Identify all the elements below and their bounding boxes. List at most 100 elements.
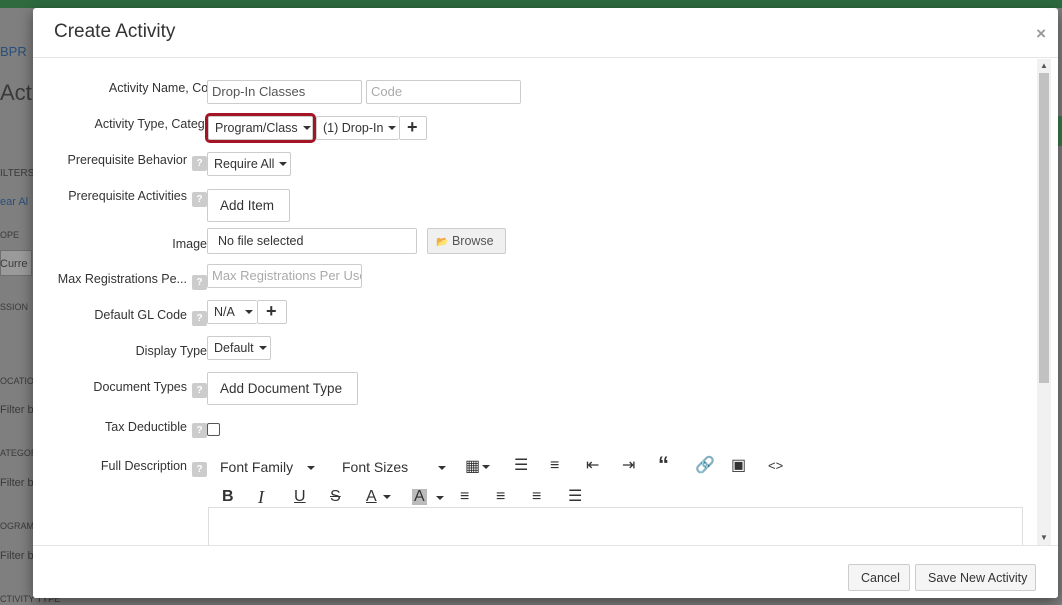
add-document-type-button[interactable]: Add Document Type (207, 372, 358, 405)
add-category-button[interactable]: + (399, 116, 427, 140)
browse-button[interactable]: 📂 Browse (427, 228, 506, 254)
description-editor-area[interactable] (208, 507, 1023, 545)
add-item-button[interactable]: Add Item (207, 189, 290, 222)
highlight-color-icon[interactable]: A (412, 489, 427, 505)
category-label: ATEGOR (0, 448, 38, 458)
image-icon[interactable]: ▣ (731, 458, 746, 474)
underline-icon[interactable]: U (294, 489, 306, 505)
help-icon[interactable]: ? (192, 311, 207, 326)
document-types-row: Document Types? Add Document Type (33, 367, 1033, 407)
prerequisite-activities-row: Prerequisite Activities? Add Item (33, 181, 1033, 222)
bold-icon[interactable]: B (222, 489, 234, 505)
justify-icon[interactable]: ☰ (568, 489, 582, 505)
image-file-input[interactable]: No file selected (207, 228, 417, 254)
activity-name-input[interactable]: Drop-In Classes (207, 80, 362, 104)
strikethrough-icon[interactable]: S (330, 489, 341, 505)
scroll-thumb[interactable] (1039, 73, 1049, 383)
indent-icon[interactable]: ⇥ (622, 458, 635, 474)
link-icon[interactable]: 🔗 (695, 458, 715, 474)
chevron-down-icon (436, 496, 444, 500)
help-icon[interactable]: ? (192, 156, 207, 171)
help-icon[interactable]: ? (192, 423, 207, 438)
chevron-down-icon (279, 162, 288, 166)
filters-heading: ILTERS (0, 168, 35, 179)
program-filter: Filter b (0, 550, 34, 562)
font-sizes-dropdown[interactable]: Font Sizes (342, 459, 447, 475)
chevron-down-icon (438, 466, 447, 470)
align-center-icon[interactable]: ≡ (496, 489, 505, 505)
scope-value: Curre (0, 258, 28, 270)
app-topbar (0, 0, 1062, 8)
modal-header: Create Activity × (33, 8, 1058, 58)
help-icon[interactable]: ? (192, 275, 207, 290)
program-label: OGRAM (0, 521, 35, 531)
display-type-dropdown[interactable]: Default (207, 336, 271, 360)
image-label: Image (172, 237, 207, 251)
gl-code-dropdown[interactable]: N/A (207, 300, 257, 324)
chevron-down-icon (388, 126, 397, 130)
chevron-down-icon (244, 310, 253, 314)
prerequisite-behavior-dropdown[interactable]: Require All (207, 152, 291, 176)
save-new-activity-button[interactable]: Save New Activity (915, 564, 1036, 591)
clear-all-link: ear Al (0, 196, 29, 208)
image-row: Image No file selected 📂 Browse (33, 223, 1033, 255)
scroll-up-icon[interactable]: ▲ (1040, 61, 1048, 70)
modal-body: Activity Name, Code* Drop-In Classes Cod… (33, 59, 1038, 545)
category-filter: Filter b (0, 477, 34, 489)
bullet-list-icon[interactable]: ☰ (514, 458, 528, 474)
italic-icon[interactable]: I (258, 488, 264, 506)
blockquote-icon[interactable]: “ (658, 454, 669, 476)
location-label: OCATIO (0, 376, 34, 386)
chevron-down-icon (258, 346, 267, 350)
scroll-down-icon[interactable]: ▼ (1040, 533, 1048, 542)
scope-label: OPE (0, 230, 20, 240)
max-registrations-label: Max Registrations Pe...? (58, 272, 207, 290)
align-right-icon[interactable]: ≡ (532, 489, 541, 505)
add-gl-code-button[interactable]: + (257, 300, 287, 324)
numbered-list-icon[interactable]: ≡ (550, 458, 559, 474)
document-types-label: Document Types? (93, 380, 207, 398)
help-icon[interactable]: ? (192, 383, 207, 398)
text-color-icon[interactable]: A (366, 489, 391, 505)
tax-deductible-checkbox[interactable] (207, 423, 220, 436)
code-icon[interactable]: <> (768, 458, 783, 474)
prerequisite-behavior-label: Prerequisite Behavior? (67, 153, 207, 171)
activity-type-dropdown[interactable]: Program/Class (205, 113, 316, 143)
activity-name-row: Activity Name, Code* Drop-In Classes Cod… (33, 73, 1033, 105)
modal-footer: Cancel Save New Activity (33, 545, 1058, 598)
max-registrations-input[interactable]: Max Registrations Per User (207, 264, 362, 288)
modal-title: Create Activity (54, 21, 176, 42)
activity-code-input[interactable]: Code (366, 80, 521, 104)
full-description-label: Full Description? (101, 459, 207, 477)
prerequisite-behavior-row: Prerequisite Behavior? Require All (33, 145, 1033, 177)
max-registrations-row: Max Registrations Pe...? Max Registratio… (33, 259, 1033, 291)
align-left-icon[interactable]: ≡ (460, 489, 469, 505)
display-type-label: Display Type (135, 344, 207, 358)
tax-deductible-row: Tax Deductible? (33, 407, 1033, 439)
close-icon[interactable]: × (1036, 24, 1046, 44)
activity-type-row: Activity Type, Category* Program/Class (… (33, 109, 1033, 143)
category-dropdown[interactable]: (1) Drop-In (316, 116, 399, 140)
chevron-down-icon (302, 126, 311, 130)
cancel-button[interactable]: Cancel (848, 564, 910, 591)
tax-deductible-label: Tax Deductible? (105, 420, 207, 438)
breadcrumb: BPR (0, 44, 27, 59)
help-icon[interactable]: ? (192, 192, 207, 207)
plus-icon: + (407, 117, 418, 137)
default-gl-code-label: Default GL Code? (94, 308, 207, 326)
table-icon[interactable]: ▦ (465, 459, 491, 475)
help-icon[interactable]: ? (192, 462, 207, 477)
prerequisite-activities-label: Prerequisite Activities? (68, 189, 207, 207)
outdent-icon[interactable]: ⇤ (586, 458, 599, 474)
rich-text-editor: Font Family Font Sizes ▦ ☰ ≡ ⇤ ⇥ “ 🔗 ▣ <… (207, 447, 1023, 545)
full-description-row: Full Description? Font Family Font Sizes… (33, 447, 1033, 545)
location-filter: Filter b (0, 404, 34, 416)
session-label: SSION (0, 302, 29, 312)
plus-icon: + (266, 301, 277, 321)
font-family-dropdown[interactable]: Font Family (220, 459, 316, 475)
chevron-down-icon (307, 466, 316, 470)
default-gl-code-row: Default GL Code? N/A + (33, 295, 1033, 327)
display-type-row: Display Type Default (33, 331, 1033, 363)
create-activity-modal: Create Activity × Activity Name, Code* D… (33, 8, 1058, 598)
modal-scrollbar[interactable]: ▲ ▼ (1037, 59, 1051, 545)
